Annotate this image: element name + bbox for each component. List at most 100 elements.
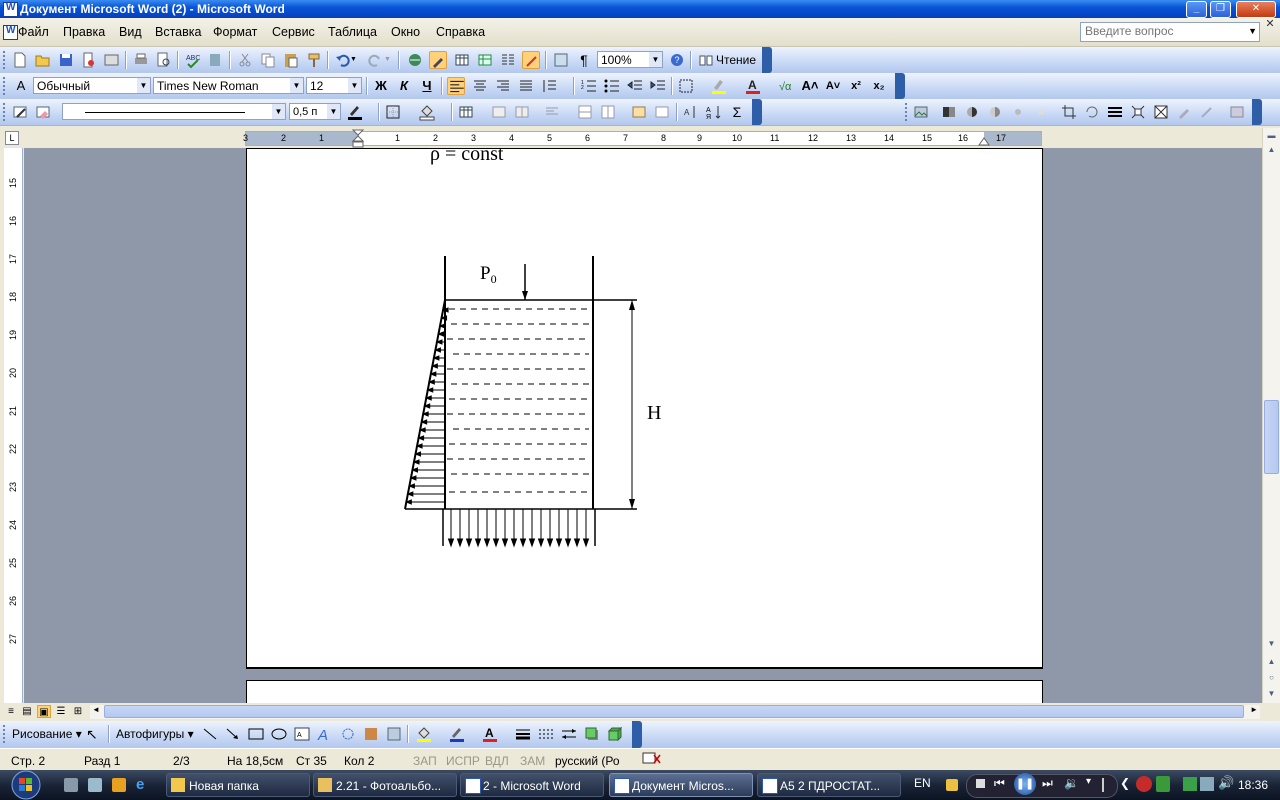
menu-file[interactable]: Файл	[18, 25, 49, 39]
spelling-status-icon[interactable]	[642, 752, 662, 766]
volume-icon[interactable]: 🔉	[1064, 776, 1079, 790]
menu-window[interactable]: Окно	[391, 25, 420, 39]
status-track-changes[interactable]: ИСПР	[446, 754, 480, 768]
menu-edit[interactable]: Правка	[63, 25, 105, 39]
toolbar-options-icon[interactable]	[632, 721, 642, 748]
compress-pictures-icon[interactable]	[1129, 103, 1147, 121]
media-bar-icon[interactable]	[946, 779, 958, 791]
set-transparent-icon[interactable]	[1198, 103, 1216, 121]
format-painter-icon[interactable]	[305, 51, 323, 69]
restore-button[interactable]: ❐	[1210, 1, 1231, 18]
permission-icon[interactable]	[80, 51, 98, 69]
next-track-icon[interactable]: ⏭	[1042, 776, 1053, 791]
dash-style-icon[interactable]	[537, 725, 555, 743]
align-center-icon[interactable]	[471, 77, 489, 95]
distribute-columns-icon[interactable]	[599, 103, 617, 121]
document-icon[interactable]	[3, 25, 18, 40]
horizontal-scroll-thumb[interactable]	[104, 705, 1244, 718]
style-combo[interactable]: Обычный ▼	[33, 77, 151, 94]
shading-color-icon[interactable]	[418, 103, 436, 121]
chevron-down-icon[interactable]: ▼	[348, 78, 361, 93]
ruler-toggle-icon[interactable]: ▬	[1264, 128, 1279, 143]
ask-question-box[interactable]: ▼	[1080, 22, 1260, 42]
tables-borders-icon[interactable]	[429, 51, 447, 69]
save-icon[interactable]	[57, 51, 75, 69]
drawing-toggle-icon[interactable]	[522, 51, 540, 69]
language-indicator[interactable]: EN	[914, 776, 931, 790]
shrink-font-icon[interactable]: A˅	[824, 77, 842, 95]
insert-table-icon[interactable]	[453, 51, 471, 69]
reading-view-icon[interactable]: ⊞	[71, 705, 85, 718]
font-color-draw-icon[interactable]: A	[481, 725, 499, 743]
status-overtype[interactable]: ЗАМ	[520, 754, 545, 768]
draw-table-icon[interactable]	[11, 103, 29, 121]
toolbar-grip[interactable]	[3, 103, 8, 121]
merge-cells-icon[interactable]	[490, 103, 508, 121]
status-extend[interactable]: ВДЛ	[485, 754, 509, 768]
highlight-icon[interactable]	[710, 77, 728, 95]
ask-question-input[interactable]	[1081, 23, 1249, 39]
print-icon[interactable]	[132, 51, 150, 69]
styles-pane-icon[interactable]: A	[12, 77, 30, 95]
previous-track-icon[interactable]: ⏮	[994, 776, 1005, 791]
task-a5-document[interactable]: А5 2 ПДРОСТАТ...	[757, 773, 901, 797]
3d-style-icon[interactable]	[606, 725, 624, 743]
minimize-button[interactable]: _	[1186, 1, 1207, 18]
show-hidden-icons-icon[interactable]: ❮	[1120, 776, 1130, 790]
toolbar-grip[interactable]	[3, 51, 8, 69]
align-left-icon[interactable]	[447, 77, 465, 95]
menu-table[interactable]: Таблица	[328, 25, 377, 39]
align-right-icon[interactable]	[494, 77, 512, 95]
read-mode-label[interactable]: Чтение	[716, 53, 756, 67]
line-style-icon[interactable]	[1106, 103, 1124, 121]
line-tool-icon[interactable]	[201, 725, 219, 743]
outside-border-icon[interactable]	[384, 103, 402, 121]
hyperlink-icon[interactable]	[406, 51, 424, 69]
border-color-icon[interactable]	[346, 103, 364, 121]
columns-icon[interactable]	[499, 51, 517, 69]
arrow-tool-icon[interactable]	[224, 725, 242, 743]
grow-font-icon[interactable]: A˄	[801, 77, 819, 95]
outline-view-icon[interactable]: ☰	[54, 705, 68, 718]
subscript-icon[interactable]: x₂	[870, 77, 888, 95]
research-icon[interactable]	[207, 51, 225, 69]
show-desktop-icon[interactable]	[64, 778, 78, 792]
task-new-folder[interactable]: Новая папка	[166, 773, 310, 797]
underline-icon[interactable]: Ч	[418, 77, 436, 95]
chevron-down-icon[interactable]: ▼	[137, 78, 150, 93]
bullets-icon[interactable]	[603, 77, 621, 95]
new-document-icon[interactable]	[11, 51, 29, 69]
document-workspace[interactable]: ρ = const P0 H	[24, 143, 1262, 712]
speaker-icon[interactable]: 🔊	[1218, 775, 1234, 791]
vertical-ruler[interactable]: 15 16 17 18 19 20 21 22 23 24 25 26 27	[4, 148, 23, 703]
start-button-icon[interactable]	[3, 770, 49, 800]
horizontal-scrollbar[interactable]: ◄ ►	[90, 705, 1260, 719]
scroll-right-icon[interactable]: ►	[1250, 705, 1258, 714]
media-player-icon[interactable]	[112, 778, 126, 792]
menu-view[interactable]: Вид	[119, 25, 142, 39]
copy-icon[interactable]	[259, 51, 277, 69]
menu-format[interactable]: Формат	[213, 25, 257, 39]
toolbar-options-icon[interactable]	[752, 99, 762, 125]
internet-explorer-icon[interactable]: e	[136, 777, 152, 793]
toolbar-options-icon[interactable]	[1252, 99, 1262, 125]
decrease-indent-icon[interactable]	[626, 77, 644, 95]
indent-marker-icon[interactable]	[352, 129, 366, 149]
insert-picture-icon[interactable]	[912, 103, 930, 121]
pause-icon[interactable]: ❚❚	[1014, 773, 1036, 795]
switch-windows-icon[interactable]	[88, 778, 102, 792]
vertical-scroll-thumb[interactable]	[1264, 400, 1279, 474]
color-icon[interactable]	[940, 103, 958, 121]
chevron-down-icon[interactable]: ▼	[1248, 26, 1257, 36]
ruler-bar[interactable]: 3 2 1 1 2 3 4 5 6 7 8 9 10 11 12 13 14 1…	[243, 129, 1042, 149]
show-formatting-icon[interactable]: ¶	[575, 51, 593, 69]
chevron-down-icon[interactable]: ▼	[272, 104, 285, 119]
distribute-rows-icon[interactable]	[576, 103, 594, 121]
line-color-icon[interactable]	[448, 725, 466, 743]
bold-icon[interactable]: Ж	[372, 77, 390, 95]
horizontal-ruler[interactable]: L 3 2 1 1 2 3 4 5 6 7 8 9 10 11 12 13 14…	[0, 128, 1280, 148]
chevron-down-icon[interactable]: ▼	[327, 104, 340, 119]
line-style-combo[interactable]: ▼	[62, 103, 286, 120]
less-brightness-icon[interactable]	[1032, 103, 1050, 121]
clock[interactable]: 18:36	[1238, 778, 1268, 792]
